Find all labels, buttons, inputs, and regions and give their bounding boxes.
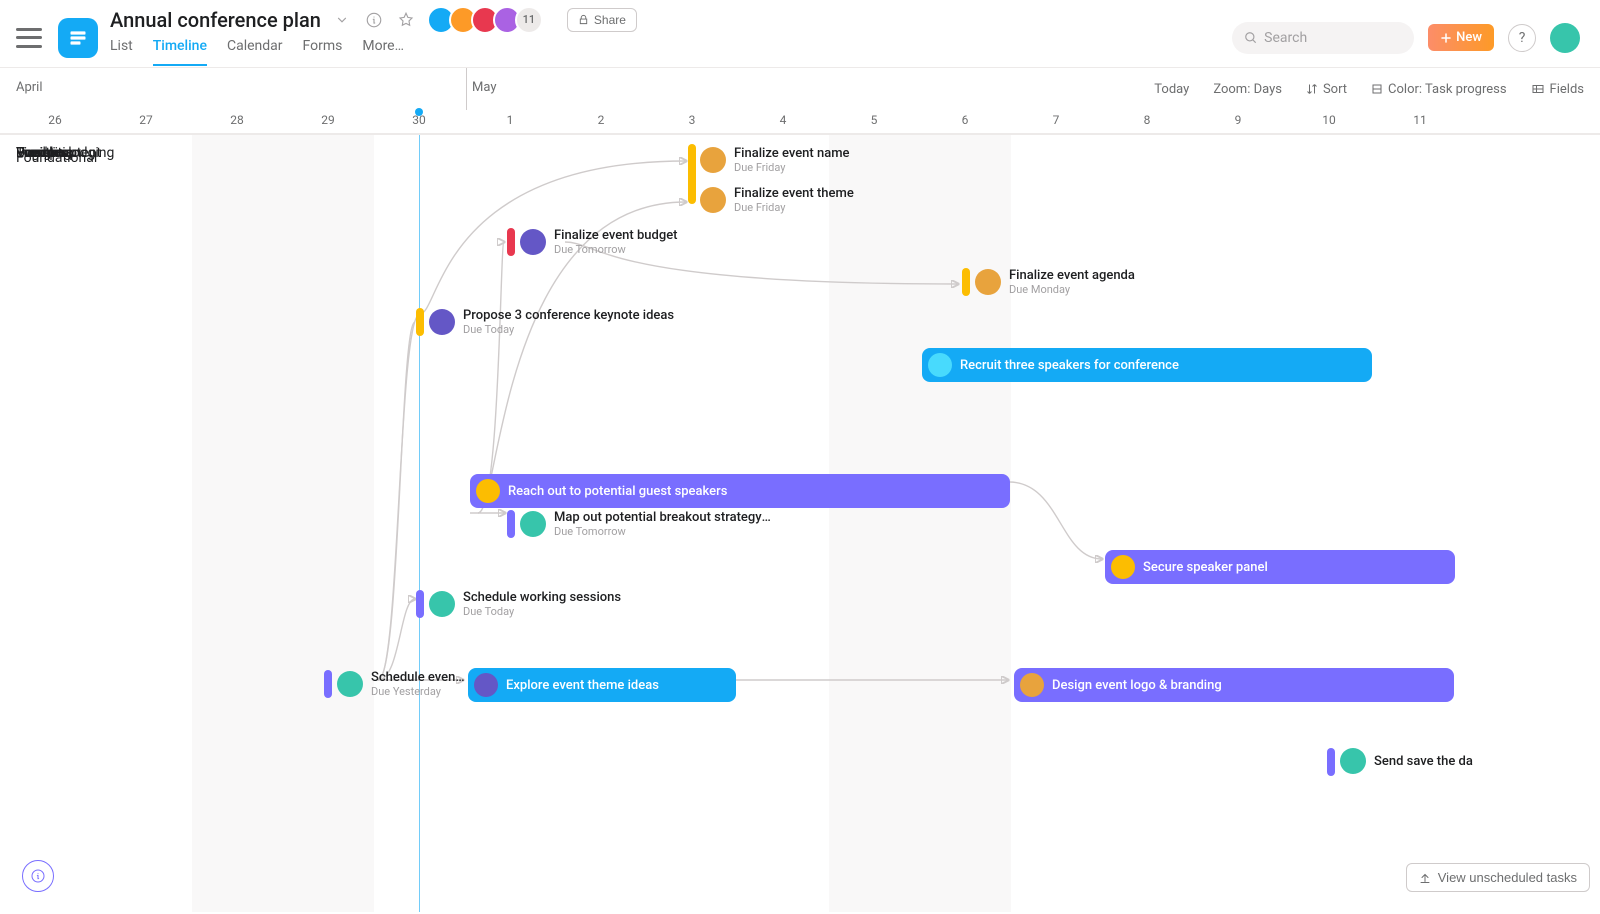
date-cell: 10: [1322, 113, 1336, 127]
date-cell: 3: [689, 113, 696, 127]
new-button[interactable]: New: [1428, 24, 1494, 51]
date-cell: 7: [1053, 113, 1060, 127]
month-label-april: April: [16, 80, 43, 95]
tab-timeline[interactable]: Timeline: [153, 38, 207, 66]
task-recruit-speakers[interactable]: Recruit three speakers for conference: [922, 348, 1372, 382]
avatar: [520, 229, 546, 255]
avatar-overflow: 11: [515, 6, 543, 34]
avatar: [474, 673, 498, 697]
date-cell: 27: [139, 113, 153, 127]
task-schedule-event[interactable]: Schedule event …Due Yesterday: [337, 670, 466, 698]
date-cell: 1: [507, 113, 514, 127]
tab-list[interactable]: List: [110, 38, 133, 66]
avatar: [337, 671, 363, 697]
task-pill: [416, 590, 424, 618]
date-cell: 6: [962, 113, 969, 127]
page-title: Annual conference plan: [110, 8, 321, 32]
today-line: [419, 134, 420, 912]
date-cell: 28: [230, 113, 244, 127]
task-pill: [688, 144, 696, 204]
hamburger-icon[interactable]: [16, 28, 42, 48]
share-label: Share: [594, 13, 626, 27]
section-label-promotion: Promotion: [16, 145, 81, 161]
month-label-may: May: [472, 80, 496, 95]
new-label: New: [1456, 30, 1482, 45]
task-design-logo[interactable]: Design event logo & branding: [1014, 668, 1454, 702]
task-schedule-sessions[interactable]: Schedule working sessionsDue Today: [429, 590, 621, 618]
task-finalize-budget[interactable]: Finalize event budgetDue Tomorrow: [520, 228, 678, 256]
task-explore-theme[interactable]: Explore event theme ideas: [468, 668, 736, 702]
search-icon: [1244, 31, 1258, 45]
task-pill: [416, 308, 424, 336]
tab-forms[interactable]: Forms: [303, 38, 343, 66]
avatar: [1111, 555, 1135, 579]
weekend-shade: [829, 134, 1011, 912]
chevron-down-icon[interactable]: [331, 9, 353, 31]
task-finalize-agenda[interactable]: Finalize event agendaDue Monday: [975, 268, 1135, 296]
view-unscheduled-button[interactable]: View unscheduled tasks: [1406, 863, 1590, 892]
zoom-button[interactable]: Zoom: Days: [1213, 82, 1282, 97]
task-pill: [507, 510, 515, 538]
task-finalize-theme[interactable]: Finalize event themeDue Friday: [700, 186, 854, 214]
user-avatar[interactable]: [1550, 23, 1580, 53]
color-button[interactable]: Color: Task progress: [1371, 82, 1507, 97]
search-placeholder: Search: [1264, 30, 1307, 46]
date-cell: 9: [1235, 113, 1242, 127]
info-bubble-button[interactable]: [22, 860, 54, 892]
task-send-save-date[interactable]: Send save the da: [1340, 748, 1473, 774]
tab-more[interactable]: More…: [362, 38, 404, 66]
star-icon[interactable]: [395, 9, 417, 31]
avatar: [429, 591, 455, 617]
help-button[interactable]: ?: [1508, 24, 1536, 52]
member-avatars[interactable]: 11: [433, 6, 543, 34]
avatar: [1340, 748, 1366, 774]
date-cell: 26: [48, 113, 62, 127]
task-pill: [962, 268, 970, 296]
date-cell: 5: [871, 113, 878, 127]
date-cell: 2: [598, 113, 605, 127]
weekend-shade: [192, 134, 374, 912]
date-cell: 30: [412, 113, 426, 127]
task-pill: [507, 228, 515, 256]
avatar: [429, 309, 455, 335]
month-separator: [466, 68, 467, 110]
avatar: [520, 511, 546, 537]
sort-button[interactable]: Sort: [1306, 82, 1347, 97]
tab-calendar[interactable]: Calendar: [227, 38, 283, 66]
task-map-breakout[interactable]: Map out potential breakout strategy top……: [520, 510, 774, 538]
fields-button[interactable]: Fields: [1531, 82, 1584, 97]
avatar: [1020, 673, 1044, 697]
task-reach-out-speakers[interactable]: Reach out to potential guest speakers: [470, 474, 1010, 508]
date-cell: 4: [780, 113, 787, 127]
task-finalize-name[interactable]: Finalize event nameDue Friday: [700, 146, 850, 174]
date-cell: 29: [321, 113, 335, 127]
info-icon[interactable]: [363, 9, 385, 31]
date-cell: 11: [1413, 113, 1427, 127]
date-cell: 8: [1144, 113, 1151, 127]
share-button[interactable]: Share: [567, 8, 637, 32]
avatar: [700, 147, 726, 173]
avatar: [928, 353, 952, 377]
search-input[interactable]: Search: [1232, 22, 1414, 54]
task-pill: [1327, 748, 1335, 776]
today-button[interactable]: Today: [1154, 82, 1189, 97]
avatar: [476, 479, 500, 503]
project-icon: [58, 18, 98, 58]
avatar: [700, 187, 726, 213]
avatar: [975, 269, 1001, 295]
task-secure-panel[interactable]: Secure speaker panel: [1105, 550, 1455, 584]
task-propose-keynote[interactable]: Propose 3 conference keynote ideasDue To…: [429, 308, 674, 336]
task-pill: [324, 670, 332, 698]
